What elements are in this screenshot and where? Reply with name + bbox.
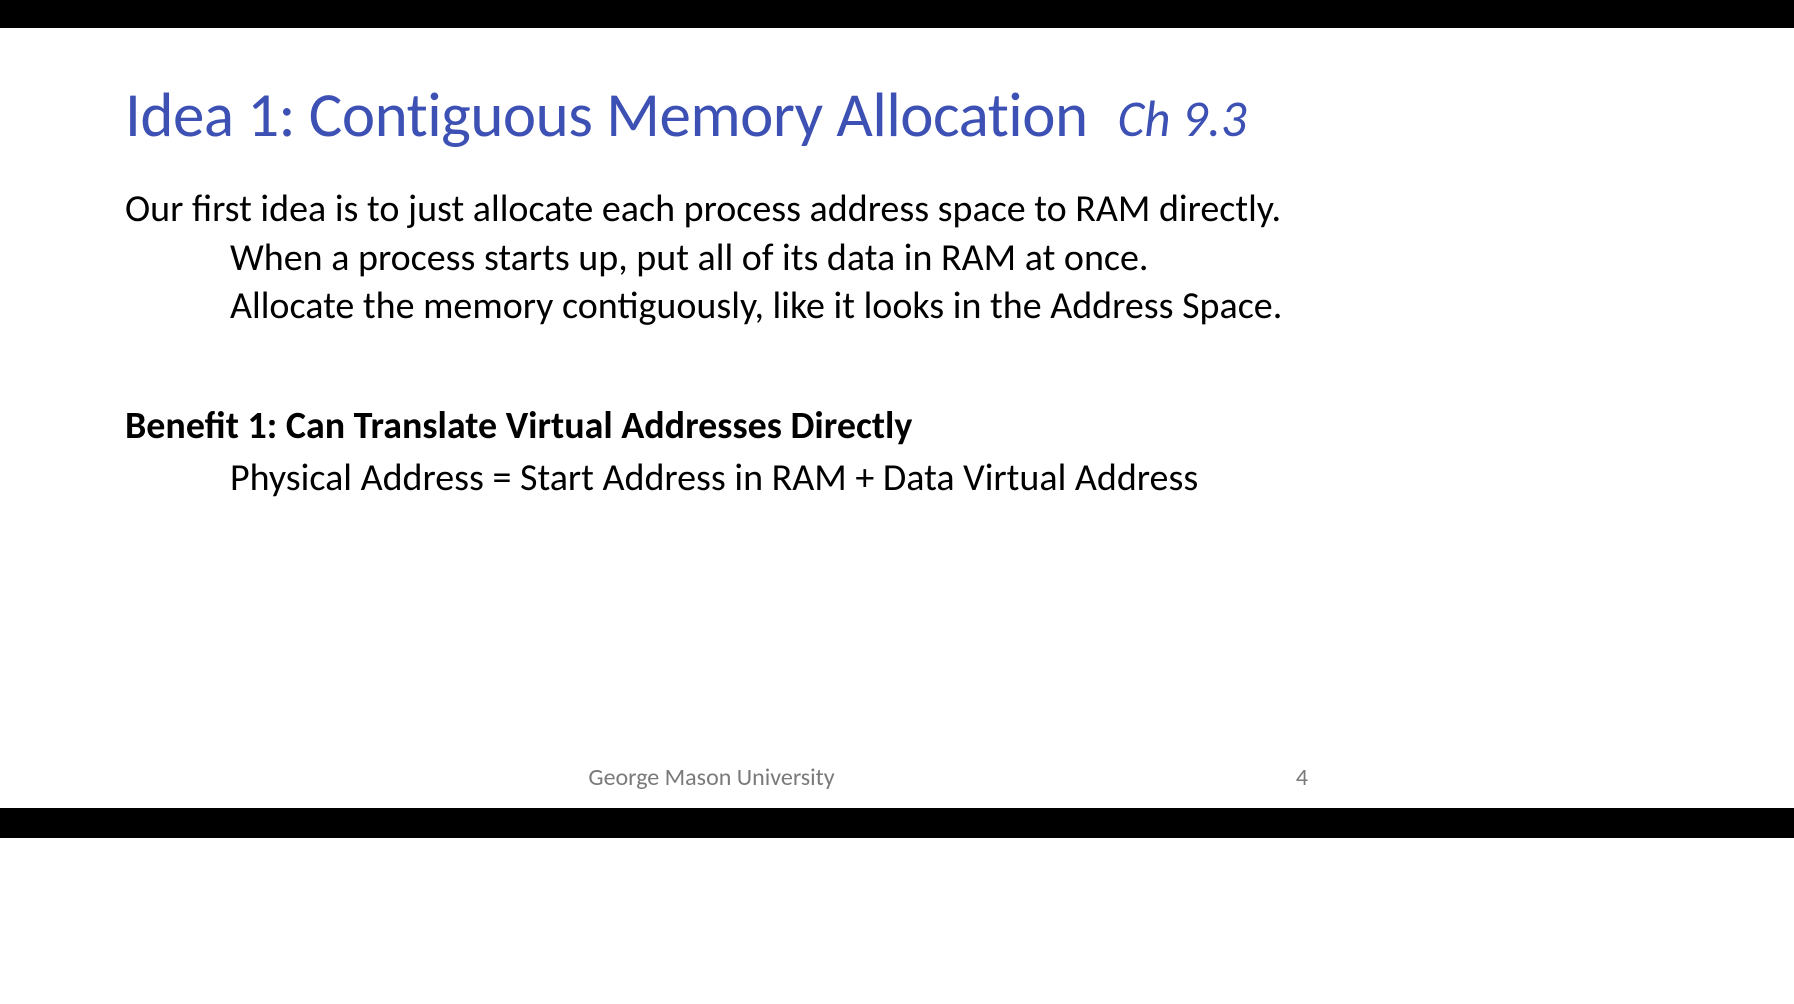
benefit-section: Benefit 1: Can Translate Virtual Address…: [125, 403, 1423, 501]
body-line-3: Allocate the memory contiguously, like i…: [230, 282, 1383, 331]
slide-content: Idea 1: Contiguous Memory Allocation Ch …: [0, 28, 1423, 501]
presentation-viewport: Idea 1: Contiguous Memory Allocation Ch …: [0, 0, 1794, 1004]
benefit-title: Benefit 1: Can Translate Virtual Address…: [125, 403, 1423, 449]
letterbox-bottom: [0, 808, 1794, 838]
letterbox-top: [0, 0, 1794, 28]
page-number: 4: [1296, 763, 1308, 792]
slide-footer: George Mason University 4: [0, 763, 1423, 792]
body-paragraph: Our first idea is to just allocate each …: [125, 185, 1383, 331]
footer-institution: George Mason University: [588, 763, 834, 792]
chapter-reference: Ch 9.3: [1118, 87, 1247, 150]
slide-title: Idea 1: Contiguous Memory Allocation: [125, 76, 1088, 153]
slide: Idea 1: Contiguous Memory Allocation Ch …: [0, 28, 1423, 808]
body-line-1: Our first idea is to just allocate each …: [125, 185, 1383, 234]
body-line-2: When a process starts up, put all of its…: [230, 234, 1383, 283]
title-row: Idea 1: Contiguous Memory Allocation Ch …: [125, 76, 1423, 153]
benefit-formula: Physical Address = Start Address in RAM …: [230, 455, 1423, 501]
